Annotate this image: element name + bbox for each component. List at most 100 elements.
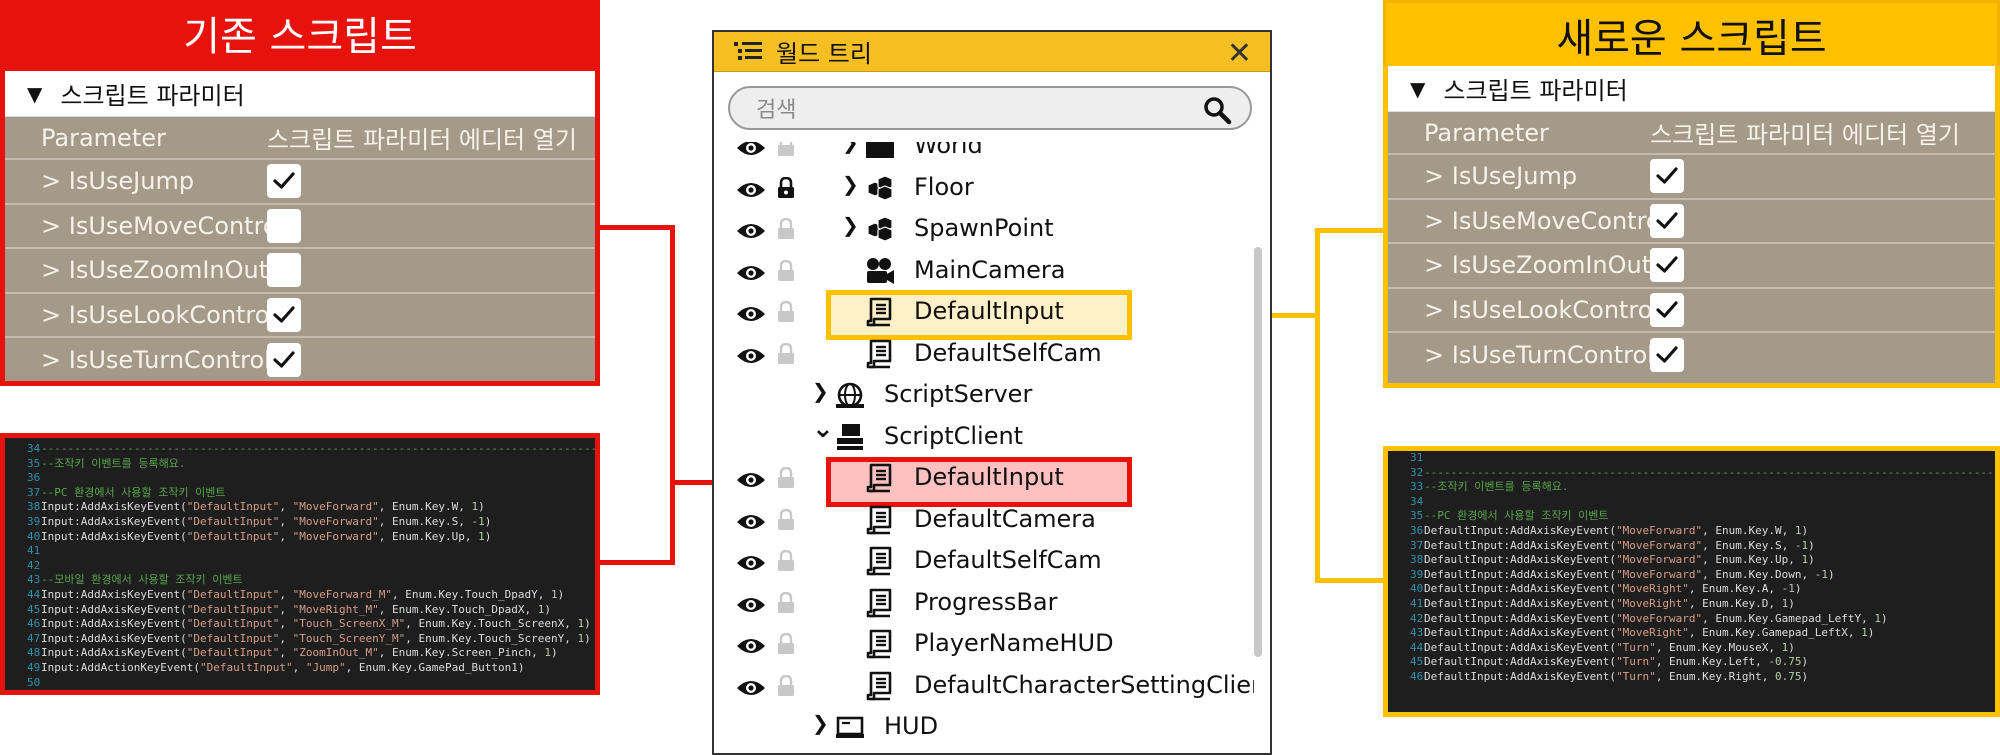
parameter-name: > IsUseLookControl (1424, 295, 1660, 324)
code-token: "DefaultInput" (186, 602, 280, 616)
code-token: , (279, 646, 293, 660)
parameter-checkbox[interactable] (1650, 338, 1684, 373)
code-token: "Touch_ScreenY_M" (292, 631, 406, 645)
eye-icon[interactable] (736, 219, 766, 239)
search-input[interactable]: 검색 (728, 86, 1252, 130)
close-icon[interactable]: ✕ (1227, 36, 1252, 71)
lock-open-icon[interactable] (776, 508, 796, 531)
parameter-row: > IsUseZoomInOut (1388, 244, 1995, 289)
chevron-right-icon[interactable]: ❯ (812, 711, 829, 735)
eye-icon[interactable] (736, 344, 766, 364)
lock-open-icon[interactable] (776, 300, 796, 323)
eye-icon[interactable] (736, 510, 766, 530)
new-script-code-editor[interactable]: 31 32------------------------------------… (1383, 446, 2000, 717)
code-line: 44DefaultInput:AddAxisKeyEvent("Turn", E… (1394, 641, 1995, 656)
tree-item-defaultselfcam[interactable]: DefaultSelfCam (714, 540, 1254, 582)
chevron-down-icon[interactable]: ⌄ (812, 414, 834, 444)
tree-item-defaultcamera[interactable]: DefaultCamera (714, 499, 1254, 541)
chevron-right-icon[interactable]: ❯ (842, 142, 859, 154)
parameter-checkbox[interactable] (1650, 159, 1684, 194)
tree-item-defaultcharactersettingclient[interactable]: DefaultCharacterSettingClient (714, 665, 1254, 707)
search-placeholder: 검색 (756, 98, 797, 123)
parameter-row: > IsUseMoveControl (5, 205, 595, 249)
lock-open-icon[interactable] (776, 342, 796, 365)
parameter-row: > IsUseMoveControl (1388, 200, 1995, 244)
code-line: 34 (1394, 495, 1995, 510)
eye-icon[interactable] (736, 468, 766, 488)
line-number: 37 (1410, 538, 1424, 552)
line-number: 43 (1410, 626, 1424, 640)
code-token: "MoveRight" (1616, 582, 1689, 596)
parameter-checkbox[interactable] (1650, 292, 1684, 327)
tree-item-defaultselfcam[interactable]: DefaultSelfCam (714, 333, 1254, 375)
lock-open-icon[interactable] (776, 674, 796, 697)
script-parameter-header[interactable]: ▼ 스크립트 파라미터 (1388, 66, 1995, 112)
tree-item-spawnpoint[interactable]: ❯ SpawnPoint (714, 208, 1254, 250)
parameter-checkbox[interactable] (267, 208, 301, 243)
tree-item-scriptclient[interactable]: ⌄ ScriptClient (714, 414, 1254, 458)
eye-icon[interactable] (736, 142, 766, 156)
tree-item-maincamera[interactable]: MainCamera (714, 250, 1254, 292)
script-icon (864, 297, 896, 327)
parameter-checkbox[interactable] (1650, 203, 1684, 238)
search-icon[interactable] (1202, 95, 1232, 125)
open-parameter-editor-link[interactable]: 스크립트 파라미터 에디터 열기 (267, 120, 577, 155)
parameter-checkbox[interactable] (267, 164, 301, 199)
lock-open-icon[interactable] (776, 549, 796, 572)
chevron-right-icon[interactable]: ❯ (842, 172, 859, 196)
tree-item-playernamehud[interactable]: PlayerNameHUD (714, 623, 1254, 665)
eye-icon[interactable] (736, 593, 766, 613)
eye-icon[interactable] (736, 261, 766, 281)
eye-icon[interactable] (736, 178, 766, 198)
old-script-banner: 기존 스크립트 (0, 0, 600, 66)
tree-item-hud[interactable]: ❯ HUD (714, 706, 1254, 748)
collapse-triangle-icon[interactable]: ▼ (27, 82, 42, 106)
tree-item-label: HUD (884, 712, 939, 740)
line-number: 31 (1410, 451, 1424, 464)
lock-closed-icon[interactable] (776, 176, 796, 199)
tree-item-defaultinput[interactable]: DefaultInput (714, 457, 1254, 499)
eye-icon[interactable] (736, 634, 766, 654)
eye-icon[interactable] (736, 676, 766, 696)
code-token: , Enum.Key.W, (1702, 523, 1795, 537)
code-token: ) (478, 500, 485, 514)
code-line: 33--조작키 이벤트를 등록해요. (1394, 480, 1995, 495)
lock-open-icon[interactable] (776, 466, 796, 489)
tree-item-progressbar[interactable]: ProgressBar (714, 582, 1254, 624)
parameter-checkbox[interactable] (267, 253, 301, 288)
eye-icon[interactable] (736, 302, 766, 322)
code-line: 50 (11, 676, 595, 691)
code-token: , Enum.Key.S, (1702, 538, 1795, 552)
eye-icon[interactable] (736, 551, 766, 571)
code-token: "ZoomInOut_M" (292, 646, 379, 660)
tree-item-scriptserver[interactable]: ❯ ScriptServer (714, 374, 1254, 416)
script-parameter-header[interactable]: ▼ 스크립트 파라미터 (5, 71, 595, 117)
lock-open-icon[interactable] (776, 142, 796, 157)
new-script-banner: 새로운 스크립트 (1383, 0, 2000, 66)
code-token: -1 (1814, 567, 1828, 581)
chevron-right-icon[interactable]: ❯ (842, 213, 859, 237)
parameter-checkbox[interactable] (267, 297, 301, 332)
chevron-right-icon[interactable]: ❯ (812, 379, 829, 403)
code-token: "Turn" (1616, 640, 1656, 654)
lock-open-icon[interactable] (776, 217, 796, 240)
parameter-checkbox[interactable] (1650, 248, 1684, 283)
code-line: 37DefaultInput:AddAxisKeyEvent("MoveForw… (1394, 539, 1995, 554)
line-number: 35 (1410, 509, 1424, 523)
old-script-code-editor[interactable]: 34--------------------------------------… (0, 433, 600, 695)
lock-open-icon[interactable] (776, 632, 796, 655)
code-token: DefaultInput:AddAxisKeyEvent( (1424, 523, 1617, 537)
parameter-checkbox[interactable] (267, 343, 301, 378)
open-parameter-editor-link[interactable]: 스크립트 파라미터 에디터 열기 (1650, 115, 1960, 150)
tree-item-label: ScriptClient (884, 421, 1024, 450)
world-tree-scrollbar[interactable] (1254, 247, 1262, 657)
tree-item-defaultinput[interactable]: DefaultInput (714, 291, 1254, 333)
tree-list-icon (734, 41, 762, 60)
collapse-triangle-icon[interactable]: ▼ (1410, 77, 1425, 101)
lock-open-icon[interactable] (776, 259, 796, 282)
tree-item-floor[interactable]: ❯ Floor (714, 167, 1254, 209)
code-token: ) (1808, 553, 1815, 567)
code-token: "MoveForward" (292, 529, 379, 543)
lock-open-icon[interactable] (776, 591, 796, 614)
tree-item-world[interactable]: ❯ World (714, 142, 1254, 167)
